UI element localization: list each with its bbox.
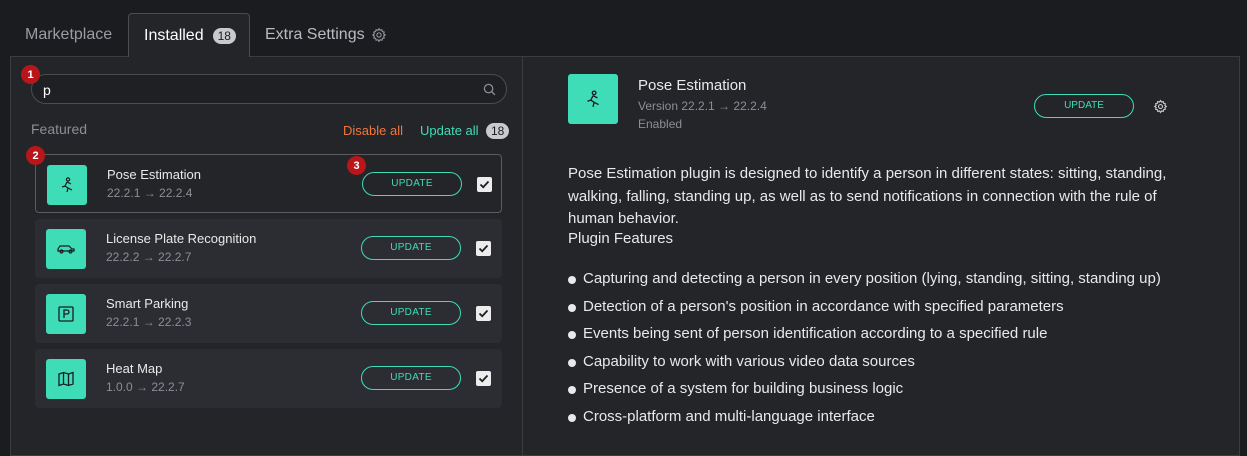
detail-update-button[interactable]: UPDATE xyxy=(1034,94,1134,118)
feature-item: Capturing and detecting a person in ever… xyxy=(568,268,1198,290)
plugin-name: Heat Map xyxy=(106,361,163,376)
disable-all-link[interactable]: Disable all xyxy=(343,123,403,138)
update-button[interactable]: UPDATE xyxy=(361,236,461,260)
detail-version: Version 22.2.1 → 22.2.4 xyxy=(638,99,767,113)
tab-extra-label: Extra Settings xyxy=(265,26,365,43)
settings-gear-icon[interactable] xyxy=(1153,99,1168,114)
feature-item: Presence of a system for building busine… xyxy=(568,378,1198,400)
annotation-marker-3: 3 xyxy=(347,156,366,175)
plugin-name: License Plate Recognition xyxy=(106,231,257,246)
car-icon xyxy=(46,229,86,269)
search-input[interactable] xyxy=(43,80,473,100)
detail-title: Pose Estimation xyxy=(638,77,747,94)
feature-item: Cross-platform and multi-language interf… xyxy=(568,406,1198,428)
features-heading: Plugin Features xyxy=(568,230,674,247)
map-icon xyxy=(46,359,86,399)
feature-item: Events being sent of person identificati… xyxy=(568,323,1198,345)
plugin-version: 1.0.0 → 22.2.7 xyxy=(106,380,185,394)
gear-icon xyxy=(371,27,386,43)
plugin-version: 22.2.1 → 22.2.4 xyxy=(107,186,193,200)
featured-label: Featured xyxy=(31,121,88,137)
plugin-name: Smart Parking xyxy=(106,296,189,311)
search-box[interactable] xyxy=(31,74,507,104)
tab-marketplace[interactable]: Marketplace xyxy=(25,14,112,56)
update-button[interactable]: UPDATE xyxy=(361,301,461,325)
search-icon[interactable] xyxy=(483,83,496,96)
plugin-version: 22.2.1 → 22.2.3 xyxy=(106,315,192,329)
installed-count-badge: 18 xyxy=(212,27,236,44)
enable-checkbox[interactable] xyxy=(476,241,491,256)
plugin-item-heat-map[interactable]: Heat Map 1.0.0 → 22.2.7 UPDATE xyxy=(35,349,502,408)
tab-installed[interactable]: Installed 18 xyxy=(128,13,250,57)
parking-icon xyxy=(46,294,86,334)
annotation-marker-2: 2 xyxy=(26,146,45,165)
update-all-count-badge: 18 xyxy=(486,123,510,139)
update-all-link[interactable]: Update all xyxy=(420,123,479,138)
tab-installed-label: Installed xyxy=(144,26,204,44)
update-button[interactable]: UPDATE xyxy=(362,172,462,196)
feature-item: Capability to work with various video da… xyxy=(568,351,1198,373)
plugin-version: 22.2.2 → 22.2.7 xyxy=(106,250,192,264)
plugin-description: Pose Estimation plugin is designed to id… xyxy=(568,165,1167,227)
enable-checkbox[interactable] xyxy=(476,371,491,386)
pose-icon xyxy=(47,165,87,205)
tab-extra-settings[interactable]: Extra Settings xyxy=(265,14,387,56)
tab-marketplace-label: Marketplace xyxy=(25,26,113,43)
feature-item: Detection of a person's position in acco… xyxy=(568,296,1198,318)
plugin-item-smart-parking[interactable]: Smart Parking 22.2.1 → 22.2.3 UPDATE xyxy=(35,284,502,343)
plugin-item-license-plate-recognition[interactable]: License Plate Recognition 22.2.2 → 22.2.… xyxy=(35,219,502,278)
annotation-marker-1: 1 xyxy=(21,65,40,84)
enable-checkbox[interactable] xyxy=(476,306,491,321)
features-list: Capturing and detecting a person in ever… xyxy=(568,268,1198,433)
plugin-item-pose-estimation[interactable]: Pose Estimation 22.2.1 → 22.2.4 UPDATE xyxy=(35,154,502,213)
detail-status: Enabled xyxy=(638,117,683,131)
enable-checkbox[interactable] xyxy=(477,177,492,192)
update-button[interactable]: UPDATE xyxy=(361,366,461,390)
detail-pose-icon xyxy=(568,74,618,124)
plugin-name: Pose Estimation xyxy=(107,167,201,182)
tab-bar: Marketplace Installed 18 Extra Settings xyxy=(0,0,1247,57)
